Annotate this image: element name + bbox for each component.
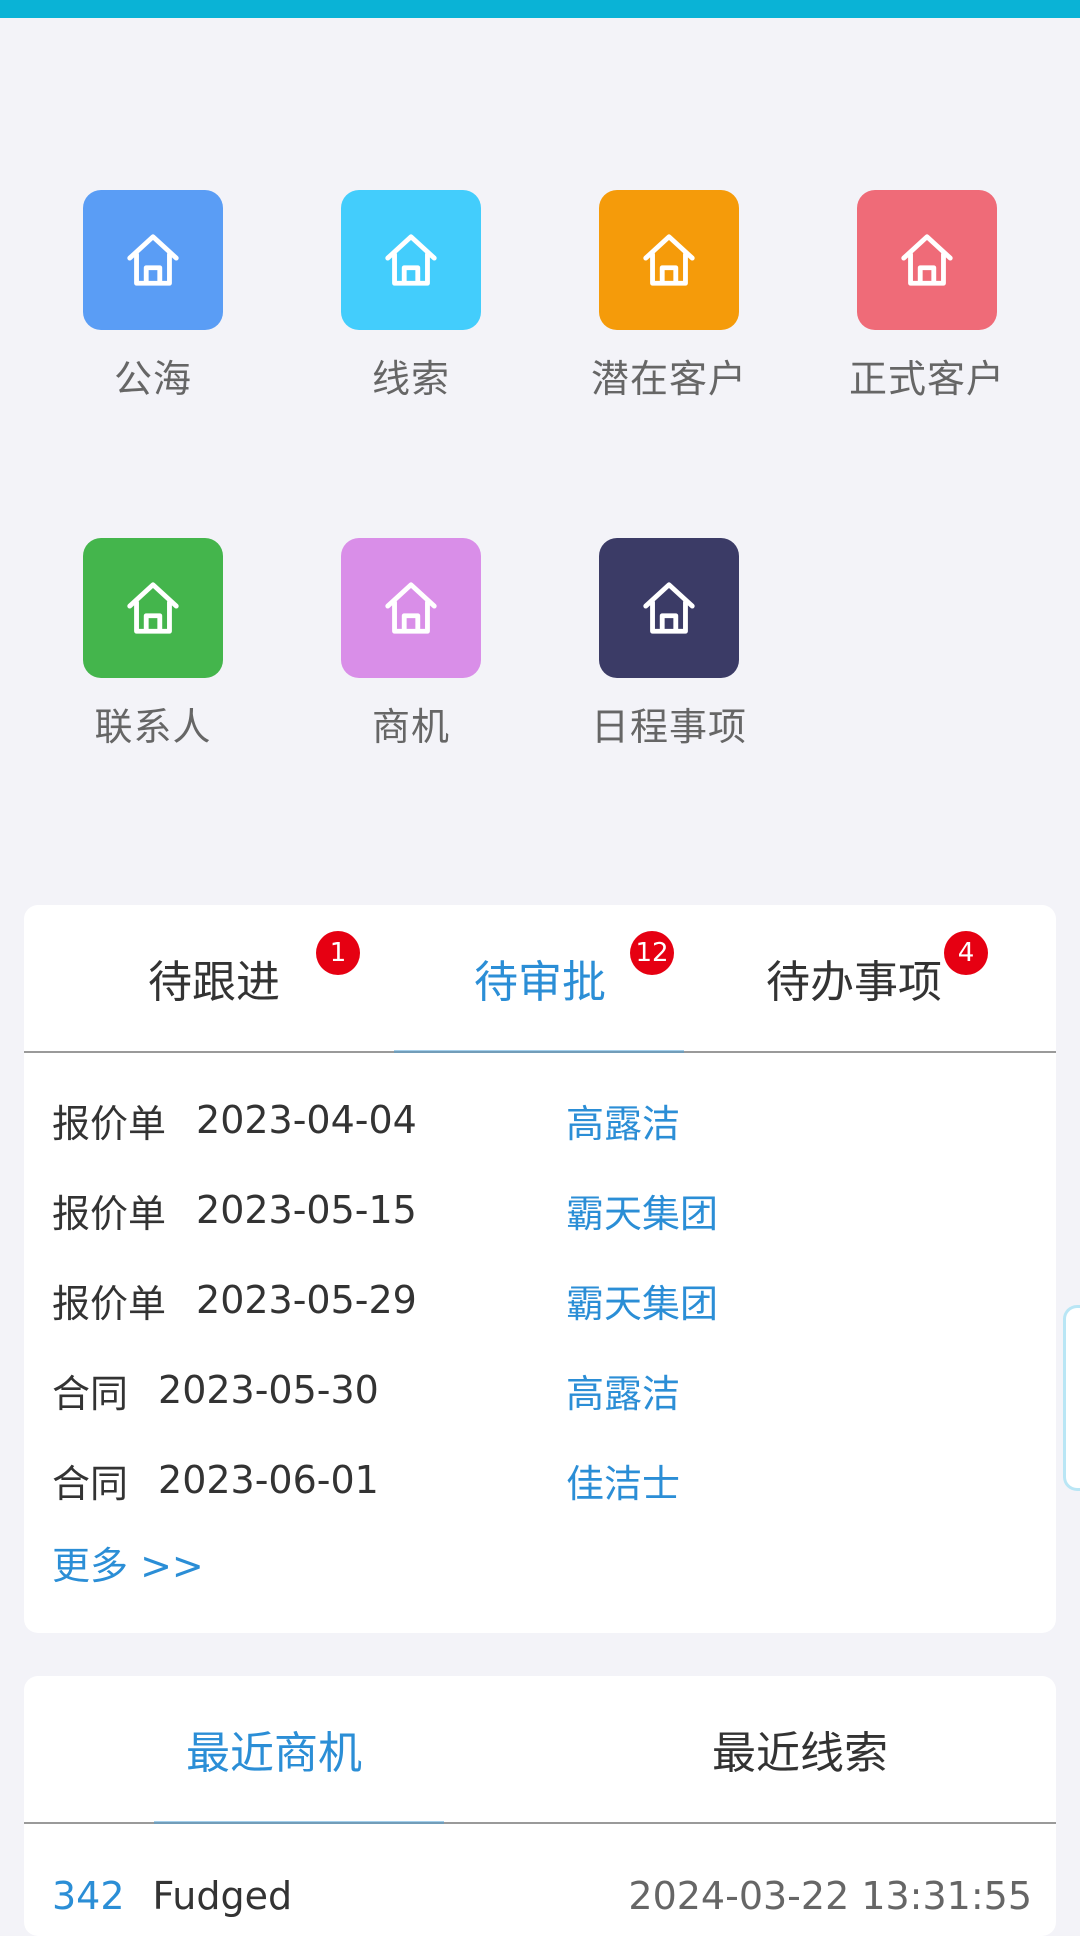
tasks-tab-bar: 待跟进 1 待审批 12 待办事项 4 [24, 905, 1056, 1053]
approval-count-badge: 12 [630, 931, 674, 975]
module-grid: 公海 线索 潜在客户 正式客户 联系人 商机 日程事项 [0, 0, 1080, 880]
home-icon [643, 582, 695, 634]
active-tab-indicator [154, 1821, 444, 1824]
module-label: 正式客户 [848, 357, 1005, 401]
todo-count-badge: 4 [944, 931, 988, 975]
doc-type: 合同 [52, 1371, 129, 1416]
module-gonghai[interactable]: 公海 [24, 190, 282, 403]
doc-date: 2023-06-01 [158, 1458, 379, 1502]
module-formal-customer-tile [857, 190, 997, 330]
tab-label: 待审批 [474, 957, 606, 1008]
doc-type: 报价单 [52, 1191, 167, 1236]
recent-tab-bar: 最近商机 最近线索 [24, 1676, 1056, 1824]
home-icon [901, 234, 953, 286]
customer-link[interactable]: 佳洁士 [566, 1453, 680, 1508]
list-item[interactable]: 报价单 2023-05-15 霸天集团 [52, 1165, 1032, 1255]
module-gonghai-tile [83, 190, 223, 330]
customer-link[interactable]: 高露洁 [566, 1093, 680, 1148]
doc-date: 2023-05-29 [196, 1278, 417, 1322]
tab-label: 待办事项 [766, 957, 942, 1008]
module-label: 联系人 [94, 705, 212, 749]
list-item[interactable]: 报价单 2023-04-04 高露洁 [52, 1075, 1032, 1165]
tab-label: 最近商机 [186, 1728, 362, 1779]
module-xiansuo[interactable]: 线索 [282, 190, 540, 403]
doc-type: 报价单 [52, 1101, 167, 1146]
follow-up-count-badge: 1 [316, 931, 360, 975]
doc-date: 2023-04-04 [196, 1098, 417, 1142]
module-formal-customer[interactable]: 正式客户 [798, 190, 1056, 403]
module-schedule[interactable]: 日程事项 [540, 538, 798, 751]
record-id[interactable]: 342 [52, 1874, 125, 1918]
module-schedule-tile [599, 538, 739, 678]
tab-recent-leads[interactable]: 最近线索 [660, 1676, 940, 1822]
customer-link[interactable]: 霸天集团 [566, 1273, 718, 1328]
approval-list: 报价单 2023-04-04 高露洁 报价单 2023-05-15 霸天集团 报… [52, 1075, 1032, 1525]
tab-pending-approval[interactable]: 待审批 [440, 905, 640, 1051]
list-item[interactable]: 合同 2023-05-30 高露洁 [52, 1345, 1032, 1435]
module-contacts-tile [83, 538, 223, 678]
home-icon [127, 582, 179, 634]
more-link[interactable]: 更多 >> [52, 1535, 204, 1590]
home-icon [127, 234, 179, 286]
module-label: 公海 [113, 357, 192, 401]
module-label: 日程事项 [590, 705, 747, 749]
tab-todo-items[interactable]: 待办事项 [754, 905, 954, 1051]
list-item[interactable]: 342 Fudged 2024-03-22 13:31:55 [52, 1871, 1032, 1921]
module-label: 商机 [371, 705, 450, 749]
active-tab-indicator [394, 1050, 684, 1053]
floating-side-handle[interactable] [1063, 1305, 1080, 1491]
tab-label: 待跟进 [148, 957, 280, 1008]
tab-label: 最近线索 [712, 1728, 888, 1779]
home-icon [643, 234, 695, 286]
module-contacts[interactable]: 联系人 [24, 538, 282, 751]
doc-type: 合同 [52, 1461, 129, 1506]
module-potential-customer-tile [599, 190, 739, 330]
list-item[interactable]: 合同 2023-06-01 佳洁士 [52, 1435, 1032, 1525]
module-xiansuo-tile [341, 190, 481, 330]
tab-recent-opportunities[interactable]: 最近商机 [134, 1676, 414, 1822]
record-name: Fudged [152, 1874, 293, 1918]
module-potential-customer[interactable]: 潜在客户 [540, 190, 798, 403]
customer-link[interactable]: 高露洁 [566, 1363, 680, 1418]
doc-date: 2023-05-15 [196, 1188, 417, 1232]
recent-card: 最近商机 最近线索 342 Fudged 2024-03-22 13:31:55 [24, 1676, 1056, 1936]
list-item[interactable]: 报价单 2023-05-29 霸天集团 [52, 1255, 1032, 1345]
doc-date: 2023-05-30 [158, 1368, 379, 1412]
module-label: 线索 [371, 357, 450, 401]
module-opportunity[interactable]: 商机 [282, 538, 540, 751]
tab-to-follow-up[interactable]: 待跟进 [114, 905, 314, 1051]
record-time: 2024-03-22 13:31:55 [628, 1874, 1032, 1918]
module-label: 潜在客户 [590, 357, 747, 401]
module-opportunity-tile [341, 538, 481, 678]
home-icon [385, 234, 437, 286]
customer-link[interactable]: 霸天集团 [566, 1183, 718, 1238]
home-icon [385, 582, 437, 634]
tasks-card: 待跟进 1 待审批 12 待办事项 4 报价单 2023-04-04 高露洁 报… [24, 905, 1056, 1633]
doc-type: 报价单 [52, 1281, 167, 1326]
